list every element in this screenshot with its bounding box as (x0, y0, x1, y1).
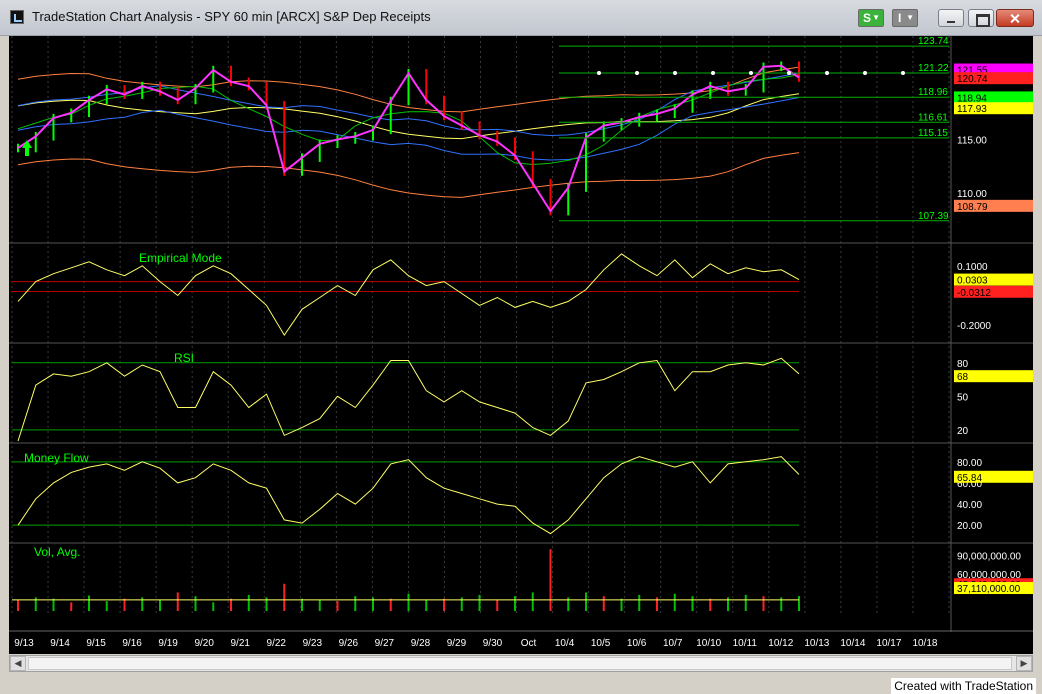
projection-dot (711, 71, 715, 76)
indicator-line (17, 357, 800, 442)
indicator-value-tag: -0.0312 (957, 288, 991, 299)
date-axis-label: 9/19 (158, 638, 178, 649)
scrollbar-thumb[interactable] (28, 657, 1012, 670)
indicator-axis-tick: -0.2000 (957, 321, 991, 332)
projection-dot (597, 71, 601, 76)
indicator-value-tag: 65.84 (957, 473, 982, 484)
date-axis-label: 10/10 (696, 638, 721, 649)
maximize-button[interactable] (968, 9, 994, 27)
date-axis-label: 10/6 (627, 638, 647, 649)
date-axis-label: 9/22 (267, 638, 287, 649)
indicator-axis-tick: 40.00 (957, 500, 982, 511)
projection-dot (787, 71, 791, 76)
lower-envelope-line (17, 152, 800, 198)
date-axis-label: 9/15 (86, 638, 106, 649)
date-axis-label: 9/30 (483, 638, 503, 649)
scroll-right-icon[interactable]: ▶ (1016, 656, 1032, 671)
date-axis-label: 10/17 (876, 638, 901, 649)
reference-line-label: 115.15 (918, 128, 948, 139)
projection-dot (673, 71, 677, 76)
reference-line-label: 118.96 (918, 87, 948, 98)
date-axis-label: 10/12 (768, 638, 793, 649)
symbol-link-label: S (863, 11, 872, 25)
chart-canvas[interactable]: 123.74 121.22 118.96 116.61 115.15 107.39 115.… (9, 36, 1033, 654)
indicator-value-tag: 0.0303 (957, 276, 988, 287)
date-axis-label: 9/16 (122, 638, 142, 649)
date-axis-label: 9/20 (194, 638, 214, 649)
indicator-axis-tick: 20 (957, 426, 969, 437)
date-axis-label: 10/18 (912, 638, 937, 649)
projection-dot (749, 71, 753, 76)
volume-axis-tick: 90,000,000.00 (957, 551, 1021, 562)
date-axis-label: 9/23 (303, 638, 323, 649)
date-axis-label: 10/5 (591, 638, 611, 649)
projection-dot (901, 71, 905, 76)
date-axis-label: 9/14 (50, 638, 70, 649)
minimize-button[interactable] (938, 9, 964, 27)
indicator-value-tag: 68 (957, 372, 969, 383)
projection-dot (863, 71, 867, 76)
projection-dot (635, 71, 639, 76)
price-tag: 120.74 (957, 74, 988, 85)
date-axis-label: Oct (521, 638, 537, 649)
indicator-title: RSI (174, 351, 194, 365)
price-axis-tick: 115.00 (957, 136, 987, 147)
close-button[interactable] (996, 9, 1034, 27)
buy-arrow-icon (22, 140, 32, 156)
volume-value-tag: 37,110,000.00 (957, 584, 1021, 595)
date-axis-label: 10/14 (840, 638, 865, 649)
date-axis-label: 9/27 (375, 638, 395, 649)
reference-line-label: 121.22 (918, 63, 949, 74)
indicator-axis-tick: 80.00 (957, 458, 982, 469)
window-title: TradeStation Chart Analysis - SPY 60 min… (32, 9, 431, 24)
indicator-title: Money Flow (24, 451, 89, 465)
tradestation-window: TradeStation Chart Analysis - SPY 60 min… (0, 0, 1042, 694)
price-tag: 108.79 (957, 202, 988, 213)
indicator-axis-tick: 20.00 (957, 521, 982, 532)
date-axis-label: 9/21 (230, 638, 250, 649)
tradestation-chart-icon (10, 10, 24, 24)
date-axis-label: 10/4 (555, 638, 575, 649)
date-axis-label: 9/28 (411, 638, 431, 649)
indicator-axis-tick: 50 (957, 392, 969, 403)
chevron-down-icon: ▼ (872, 13, 880, 22)
indicator-axis-tick: 80 (957, 359, 969, 370)
date-axis-label: 9/29 (447, 638, 467, 649)
chevron-down-icon: ▼ (906, 13, 914, 22)
date-axis-label: 10/7 (663, 638, 683, 649)
reference-line-label: 116.61 (918, 112, 948, 123)
date-axis-label: 9/13 (14, 638, 34, 649)
reference-line-label: 123.74 (918, 36, 949, 47)
title-bar[interactable]: TradeStation Chart Analysis - SPY 60 min… (0, 0, 1042, 36)
projection-dot (825, 71, 829, 76)
reference-line-label: 107.39 (918, 211, 949, 222)
chart-area[interactable]: 123.74 121.22 118.96 116.61 115.15 107.39 115.… (9, 36, 1033, 654)
date-axis-label: 10/13 (804, 638, 829, 649)
interval-link-button[interactable]: I ▼ (892, 9, 918, 27)
price-tag: 117.93 (957, 104, 987, 115)
indicator-title: Vol, Avg. (34, 545, 80, 559)
horizontal-scrollbar[interactable]: ◀ ▶ (9, 655, 1033, 672)
price-axis-tick: 110.00 (957, 189, 987, 200)
indicator-axis-tick: 0.1000 (957, 262, 988, 273)
interval-link-label: I (898, 11, 902, 25)
date-axis-label: 9/26 (339, 638, 359, 649)
scroll-left-icon[interactable]: ◀ (10, 656, 26, 671)
symbol-link-button[interactable]: S ▼ (858, 9, 884, 27)
indicator-title: Empirical Mode (139, 251, 222, 265)
footer-credit: Created with TradeStation (891, 678, 1036, 694)
date-axis-label: 10/11 (733, 638, 758, 649)
